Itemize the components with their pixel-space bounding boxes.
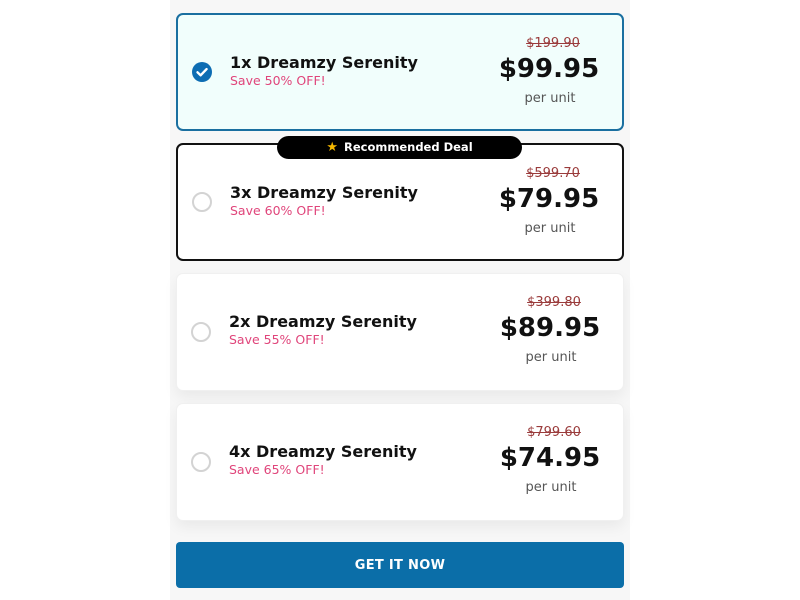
price-unit: per unit [525, 350, 577, 365]
price-box: $799.60 $74.95 per unit [499, 424, 609, 498]
offer-savings: Save 55% OFF! [229, 332, 325, 347]
offer-name: 1x Dreamzy Serenity [230, 53, 418, 72]
radio-unchecked-icon[interactable] [191, 322, 211, 342]
original-price: $599.70 [526, 166, 580, 181]
offer-card-3x[interactable]: 3x Dreamzy Serenity Save 60% OFF! $599.7… [176, 143, 624, 261]
offer-savings: Save 65% OFF! [229, 462, 325, 477]
original-price: $799.60 [527, 425, 581, 440]
offer-price: $74.95 [499, 443, 601, 473]
price-unit: per unit [524, 221, 576, 236]
radio-unchecked-icon[interactable] [192, 192, 212, 212]
offer-name: 3x Dreamzy Serenity [230, 183, 418, 202]
offer-card-1x[interactable]: 1x Dreamzy Serenity Save 50% OFF! $199.9… [176, 13, 624, 131]
price-box: $599.70 $79.95 per unit [498, 165, 608, 239]
price-box: $199.90 $99.95 per unit [498, 35, 608, 109]
price-box: $399.80 $89.95 per unit [499, 294, 609, 368]
radio-checked-icon[interactable] [192, 62, 212, 82]
offer-savings: Save 60% OFF! [230, 203, 326, 218]
original-price: $399.80 [527, 295, 581, 310]
get-it-now-button[interactable]: GET IT NOW [176, 542, 624, 588]
offer-price: $99.95 [498, 54, 600, 84]
offer-price: $89.95 [499, 313, 601, 343]
offer-card-2x[interactable]: 2x Dreamzy Serenity Save 55% OFF! $399.8… [176, 273, 624, 391]
offer-name: 4x Dreamzy Serenity [229, 442, 417, 461]
offer-price: $79.95 [498, 184, 600, 214]
offer-name: 2x Dreamzy Serenity [229, 312, 417, 331]
badge-label: Recommended Deal [344, 140, 473, 154]
offer-savings: Save 50% OFF! [230, 73, 326, 88]
radio-unchecked-icon[interactable] [191, 452, 211, 472]
price-unit: per unit [525, 480, 577, 495]
offer-card-4x[interactable]: 4x Dreamzy Serenity Save 65% OFF! $799.6… [176, 403, 624, 521]
original-price: $199.90 [526, 36, 580, 51]
recommended-badge: ★ Recommended Deal [277, 136, 522, 159]
price-unit: per unit [524, 91, 576, 106]
star-icon: ★ [326, 140, 338, 155]
